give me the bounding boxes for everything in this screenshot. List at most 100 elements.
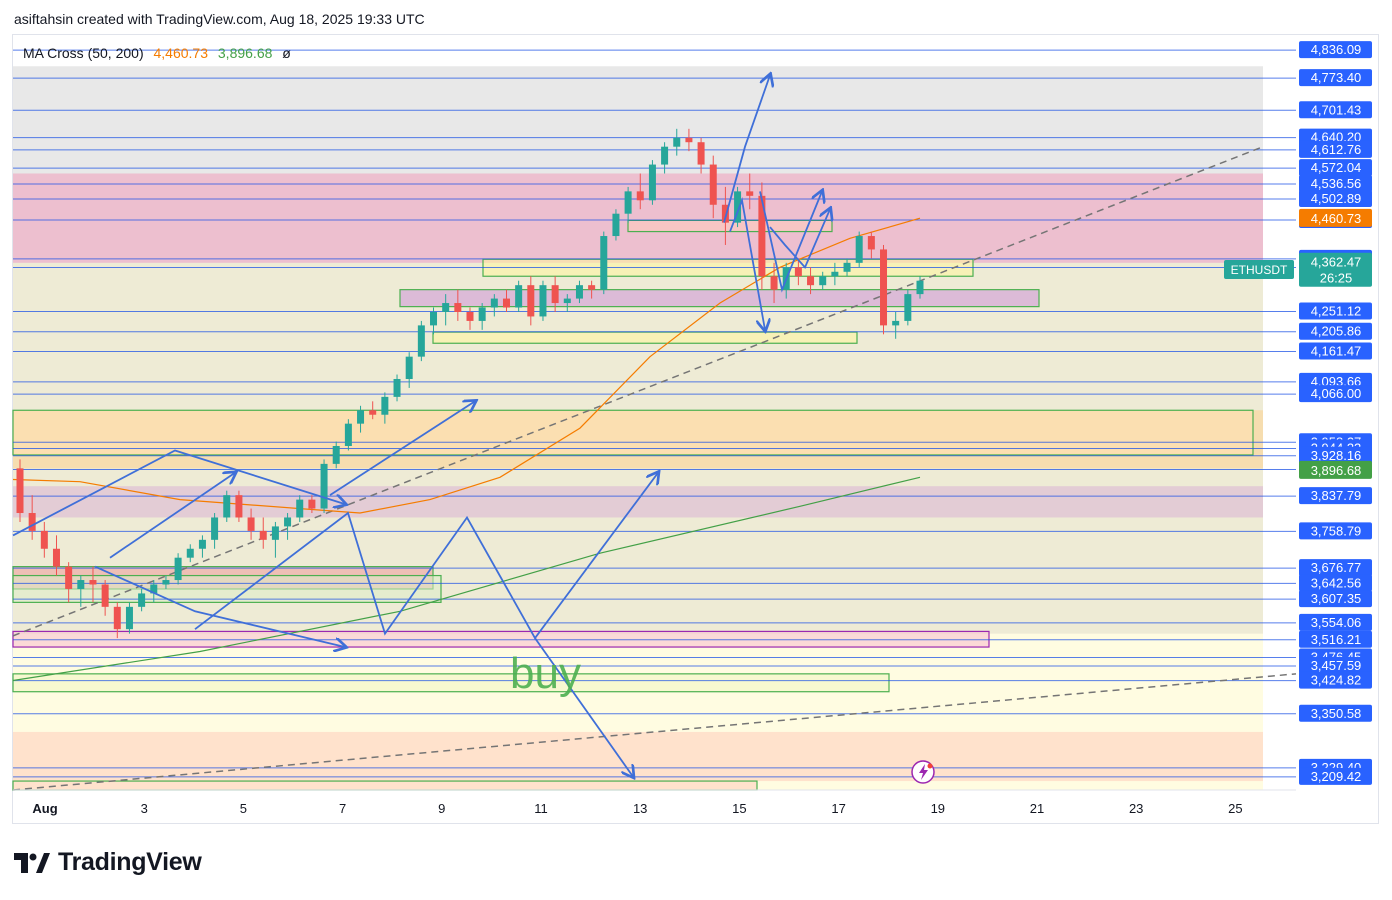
price-highlight-text: 4,460.73 — [1311, 211, 1362, 226]
candle-body — [65, 566, 73, 589]
zone-box — [12, 780, 758, 791]
zone-box — [12, 673, 890, 693]
time-tick: 15 — [732, 801, 746, 816]
price-label: 4,773.40 — [1299, 69, 1372, 87]
candle-body — [819, 276, 827, 286]
price-label-text: 4,205.86 — [1311, 324, 1362, 339]
candle-body — [685, 137, 693, 143]
price-label-text: 4,161.47 — [1311, 344, 1362, 359]
price-label: 3,457.59 — [1299, 656, 1372, 674]
price-label: 3,424.82 — [1299, 671, 1372, 689]
time-tick: Aug — [32, 801, 57, 816]
candle-body — [442, 303, 450, 312]
candle-body — [831, 271, 839, 277]
candle-body — [381, 396, 389, 415]
price-label: 3,209.42 — [1299, 767, 1372, 785]
price-label: 4,251.12 — [1299, 302, 1372, 320]
candle — [174, 553, 182, 585]
candle-body — [393, 378, 401, 397]
price-label-text: 3,424.82 — [1311, 673, 1362, 688]
time-tick: 9 — [438, 801, 445, 816]
price-label: 4,612.76 — [1299, 140, 1372, 158]
candle-body — [271, 526, 279, 540]
candle-body — [794, 267, 802, 277]
indicator-legend[interactable]: MA Cross (50, 200) 4,460.73 3,896.68 ø — [23, 45, 291, 61]
candle-body — [174, 557, 182, 581]
candle-body — [478, 307, 486, 321]
lightning-icon[interactable] — [911, 760, 935, 784]
ma50-value: 4,460.73 — [153, 45, 209, 61]
price-label: 4,836.09 — [1299, 41, 1372, 59]
candle-body — [247, 517, 255, 531]
price-label: 4,572.04 — [1299, 159, 1372, 177]
candle-body — [16, 468, 24, 514]
candle-body — [867, 236, 875, 250]
candle-body — [235, 495, 243, 518]
candle-body — [344, 423, 352, 447]
chart-canvas[interactable]: buy 4,836.094,773.404,701.434,640.204,61… — [0, 0, 1392, 900]
price-label: 3,607.35 — [1299, 590, 1372, 608]
price-highlight-text: 4,362.47 — [1311, 255, 1362, 270]
candle-body — [284, 517, 292, 527]
price-label-text: 4,836.09 — [1311, 42, 1362, 57]
candle-body — [405, 356, 413, 379]
time-axis: Aug 3 5 7 9 11 13 15 17 19 21 23 25 — [13, 789, 1296, 816]
candle-body — [600, 236, 608, 290]
candle-body — [101, 584, 109, 607]
candle-body — [843, 262, 851, 272]
candle — [600, 231, 608, 295]
visibility-icon[interactable]: ø — [282, 45, 291, 61]
candle-body — [308, 499, 316, 509]
zone-box — [432, 331, 858, 344]
candle-body — [575, 285, 583, 299]
symbol-tag-label: ETHUSDT — [1231, 263, 1288, 277]
candle-body — [77, 580, 85, 589]
candle-body — [259, 530, 267, 540]
candle-body — [417, 325, 425, 357]
candle-body — [880, 249, 888, 326]
time-tick: 11 — [534, 801, 548, 816]
price-label-text: 3,676.77 — [1311, 560, 1362, 575]
symbol-tag[interactable]: ETHUSDT — [1224, 260, 1294, 279]
price-label-text: 3,554.06 — [1311, 615, 1362, 630]
price-label: 3,676.77 — [1299, 559, 1372, 577]
price-label-text: 3,758.79 — [1311, 523, 1362, 538]
buy-annotation: buy — [510, 649, 581, 698]
price-label-text: 4,572.04 — [1311, 160, 1362, 175]
candle-body — [211, 517, 219, 540]
zone — [13, 486, 1263, 518]
candle-body — [904, 294, 912, 321]
candle-body — [563, 298, 571, 304]
price-axis: 4,836.094,773.404,701.434,640.204,612.76… — [1299, 41, 1372, 785]
candle-body — [357, 410, 365, 424]
price-label-text: 4,612.76 — [1311, 142, 1362, 157]
candle-body — [369, 410, 377, 415]
candle-body — [746, 191, 754, 196]
candle-body — [709, 164, 717, 205]
time-tick: 19 — [931, 801, 945, 816]
candle-body — [113, 606, 121, 630]
time-tick: 21 — [1030, 801, 1044, 816]
price-label: 3,516.21 — [1299, 630, 1372, 648]
price-label-text: 3,516.21 — [1311, 632, 1362, 647]
price-label: 4,066.00 — [1299, 385, 1372, 403]
candle-body — [551, 285, 559, 304]
zone-box — [12, 574, 442, 603]
candle-body — [697, 142, 705, 165]
time-tick: 5 — [240, 801, 247, 816]
candle-body — [162, 580, 170, 585]
candle-body — [466, 311, 474, 321]
price-label: 4,502.89 — [1299, 190, 1372, 208]
candle-body — [855, 236, 863, 263]
ma200-value: 3,896.68 — [217, 45, 273, 61]
price-label-text: 3,350.58 — [1311, 706, 1362, 721]
price-label: 4,701.43 — [1299, 101, 1372, 119]
candle-body — [539, 285, 547, 317]
candle-body — [332, 446, 340, 464]
zone-layer — [12, 66, 1263, 791]
tradingview-logo: TradingView — [14, 848, 202, 877]
candle — [904, 289, 912, 326]
candle — [515, 280, 523, 312]
candle — [235, 490, 243, 522]
price-label: 3,554.06 — [1299, 613, 1372, 631]
